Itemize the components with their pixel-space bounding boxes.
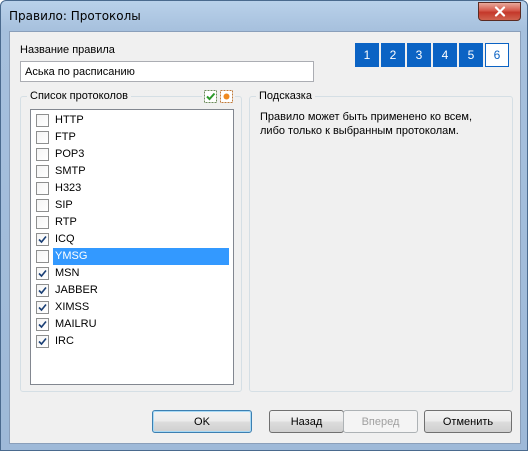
protocol-checkbox[interactable]: [36, 114, 49, 127]
protocol-checkbox[interactable]: [36, 182, 49, 195]
protocol-label: MAILRU: [55, 318, 97, 330]
rule-name-input[interactable]: [20, 61, 314, 82]
protocol-label: MSN: [55, 267, 80, 279]
protocol-checkbox[interactable]: [36, 233, 49, 246]
protocol-item[interactable]: YMSG: [31, 248, 233, 265]
step-6-button[interactable]: 6: [485, 43, 509, 67]
protocol-item[interactable]: H323: [31, 180, 233, 197]
title-bar[interactable]: Правило: Протоколы: [1, 1, 527, 31]
step-1-button[interactable]: 1: [355, 43, 379, 67]
protocol-item[interactable]: MAILRU: [31, 316, 233, 333]
protocol-checkbox[interactable]: [36, 216, 49, 229]
protocol-checkbox[interactable]: [36, 301, 49, 314]
protocol-checkbox[interactable]: [36, 131, 49, 144]
next-button: Вперед: [343, 410, 418, 433]
protocol-checkbox[interactable]: [36, 250, 49, 263]
checkmark-icon: [38, 235, 47, 244]
protocol-checkbox[interactable]: [36, 284, 49, 297]
protocol-label: H323: [55, 182, 82, 194]
rule-name-label: Название правила: [20, 44, 115, 56]
step-3-button[interactable]: 3: [407, 43, 431, 67]
protocol-item[interactable]: IRC: [31, 333, 233, 350]
dialog-window: Правило: Протоколы Название правила 1234…: [0, 0, 528, 451]
protocols-list[interactable]: HTTP FTP POP3 SMTP H323 SIP RTP ICQ YMSG MSN JABBE…: [30, 109, 234, 385]
protocol-item[interactable]: FTP: [31, 129, 233, 146]
protocol-item[interactable]: SIP: [31, 197, 233, 214]
protocol-item[interactable]: SMTP: [31, 163, 233, 180]
protocol-checkbox[interactable]: [36, 335, 49, 348]
close-button[interactable]: [478, 2, 521, 21]
uncheck-all-icon[interactable]: [220, 90, 233, 103]
protocol-label: YMSG: [53, 248, 229, 265]
cancel-button[interactable]: Отменить: [424, 410, 512, 433]
protocol-item[interactable]: XIMSS: [31, 299, 233, 316]
checkmark-icon: [38, 286, 47, 295]
protocol-checkbox[interactable]: [36, 148, 49, 161]
protocol-item[interactable]: POP3: [31, 146, 233, 163]
check-all-icon[interactable]: [204, 90, 217, 103]
back-button[interactable]: Назад: [269, 410, 344, 433]
protocol-checkbox[interactable]: [36, 318, 49, 331]
protocol-checkbox[interactable]: [36, 165, 49, 178]
protocol-label: SIP: [55, 199, 73, 211]
protocol-label: FTP: [55, 131, 76, 143]
protocols-header-icons: [202, 90, 235, 103]
protocol-checkbox[interactable]: [36, 267, 49, 280]
hint-group: Подсказка Правило может быть применено к…: [249, 90, 513, 392]
protocol-label: ICQ: [55, 233, 75, 245]
step-navigator: 123456: [355, 43, 509, 67]
protocol-label: JABBER: [55, 284, 98, 296]
window-title: Правило: Протоколы: [9, 9, 141, 23]
hint-text: Правило может быть применено ко всем, ли…: [260, 111, 473, 137]
protocol-label: POP3: [55, 148, 85, 160]
protocol-item[interactable]: ICQ: [31, 231, 233, 248]
protocols-group-title: Список протоколов: [27, 90, 131, 102]
protocol-item[interactable]: HTTP: [31, 112, 233, 129]
protocol-item[interactable]: JABBER: [31, 282, 233, 299]
step-2-button[interactable]: 2: [381, 43, 405, 67]
protocol-label: IRC: [55, 335, 74, 347]
protocol-label: RTP: [55, 216, 77, 228]
ok-button[interactable]: OK: [152, 410, 252, 433]
close-icon: [494, 6, 505, 17]
protocol-label: SMTP: [55, 165, 86, 177]
hint-group-title: Подсказка: [256, 90, 315, 102]
step-4-button[interactable]: 4: [433, 43, 457, 67]
protocol-label: XIMSS: [55, 301, 90, 313]
checkmark-icon: [38, 320, 47, 329]
step-5-button[interactable]: 5: [459, 43, 483, 67]
checkmark-icon: [38, 303, 47, 312]
checkmark-icon: [38, 337, 47, 346]
protocols-group: Список протоколов HTTP FTP POP3 SMTP H323 SIP…: [20, 90, 242, 392]
dialog-body: Название правила 123456 Список протоколо…: [9, 31, 521, 444]
checkmark-icon: [38, 269, 47, 278]
protocol-label: HTTP: [55, 114, 84, 126]
protocol-item[interactable]: RTP: [31, 214, 233, 231]
protocol-item[interactable]: MSN: [31, 265, 233, 282]
protocol-checkbox[interactable]: [36, 199, 49, 212]
